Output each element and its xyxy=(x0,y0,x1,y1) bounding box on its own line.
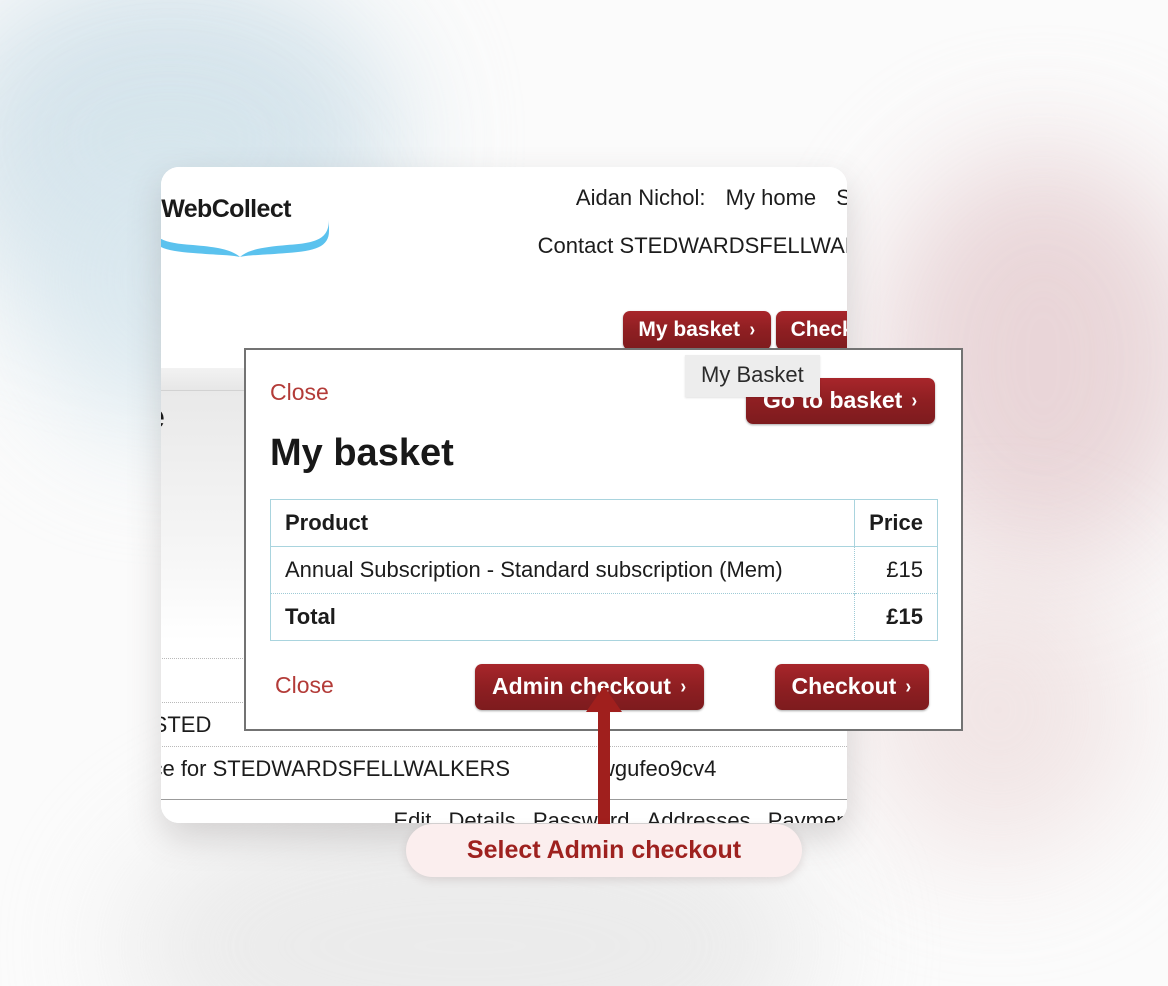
profile-edit-links: Edit Details Password Addresses Payment … xyxy=(161,808,847,823)
header-action-buttons: My basket › Checkout › xyxy=(623,311,847,350)
annotation-caption: Select Admin checkout xyxy=(406,824,802,877)
page-title: ile xyxy=(161,398,165,437)
screenshot-stage: by WebCollect Aidan Nichol: My home Sign… xyxy=(0,0,1168,986)
chevron-right-icon: › xyxy=(905,675,912,698)
my-basket-tooltip: My Basket xyxy=(685,355,820,397)
basket-table-body: Annual Subscription - Standard subscript… xyxy=(270,546,938,641)
table-row-total: Total £15 xyxy=(270,593,938,641)
addresses-link[interactable]: Addresses xyxy=(647,808,751,823)
basket-table: Product Price Annual Subscription - Stan… xyxy=(270,499,938,641)
info-row-label: ence for STEDWARDSFELLWALKERS xyxy=(161,756,511,781)
column-header-price: Price xyxy=(854,499,938,547)
edit-label: Edit xyxy=(393,808,432,823)
logo-swoosh-icon xyxy=(161,219,330,257)
basket-total-price: £15 xyxy=(854,593,938,641)
annotation-caption-text: Select Admin checkout xyxy=(466,836,742,864)
my-basket-button[interactable]: My basket › xyxy=(623,311,771,350)
chevron-right-icon: › xyxy=(680,675,687,698)
payment-methods-link[interactable]: Payment methods xyxy=(768,808,847,823)
info-row: ence for STEDWARDSFELLWALKERS wgufeo9cv4 xyxy=(161,746,847,790)
basket-item-name: Annual Subscription - Standard subscript… xyxy=(285,557,783,582)
header-account-links: Aidan Nichol: My home Sign out xyxy=(576,185,847,211)
my-basket-modal: Close Go to basket › My basket Product P… xyxy=(244,348,963,731)
modal-title: My basket xyxy=(270,432,454,474)
modal-checkout-button[interactable]: Checkout › xyxy=(774,664,929,710)
my-home-link[interactable]: My home xyxy=(726,185,816,210)
contact-organisation-label: Contact STEDWARDSFELLWALKERS xyxy=(537,233,847,258)
table-header-row: Product Price xyxy=(270,499,938,547)
basket-item-price: £15 xyxy=(854,546,938,594)
table-row: Annual Subscription - Standard subscript… xyxy=(271,546,938,594)
sign-out-link[interactable]: Sign out xyxy=(836,185,847,210)
basket-table-head: Product Price xyxy=(270,499,938,547)
site-header: by WebCollect Aidan Nichol: My home Sign… xyxy=(161,167,847,350)
admin-checkout-button-label: Admin checkout xyxy=(492,673,671,699)
brand-logo: by WebCollect xyxy=(161,195,331,257)
column-header-product: Product xyxy=(270,499,855,547)
header-checkout-button-label: Checkout xyxy=(790,318,847,341)
modal-close-top-link[interactable]: Close xyxy=(270,379,329,406)
my-basket-button-label: My basket xyxy=(638,318,740,341)
account-name: Aidan Nichol: xyxy=(575,185,706,210)
chevron-right-icon: › xyxy=(911,389,918,412)
modal-close-bottom-link[interactable]: Close xyxy=(275,672,334,699)
details-link[interactable]: Details xyxy=(449,808,516,823)
webcollect-logo: WebCollect xyxy=(161,195,331,257)
chevron-right-icon: › xyxy=(749,319,756,341)
header-checkout-button[interactable]: Checkout › xyxy=(775,311,847,350)
modal-checkout-button-label: Checkout xyxy=(791,673,897,699)
info-row-label: or STED xyxy=(161,712,212,737)
basket-total-label: Total xyxy=(270,593,855,641)
annotation-arrow-icon xyxy=(586,686,622,826)
